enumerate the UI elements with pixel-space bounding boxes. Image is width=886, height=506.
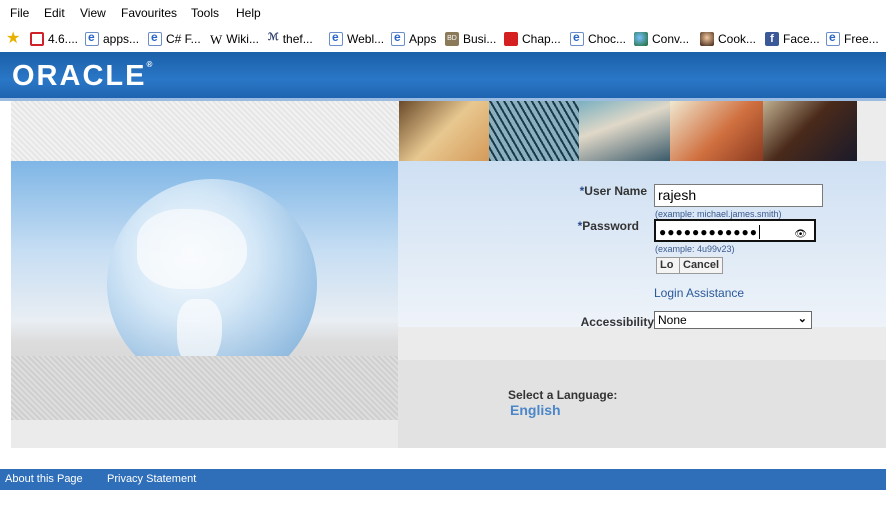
username-field[interactable]: rajesh [654, 184, 823, 207]
password-hint: (example: 4u99v23) [655, 244, 735, 254]
fav-item[interactable]: W Wiki... [210, 30, 259, 48]
oracle-icon [30, 32, 44, 46]
language-english-link[interactable]: English [510, 402, 561, 418]
ie-page-icon [570, 30, 584, 46]
banner-end [857, 101, 886, 161]
photo-tower [489, 101, 579, 161]
fav-item[interactable]: 4.6.... [30, 30, 78, 48]
photo-call-center [579, 101, 670, 161]
footer-bar: About this Page Privacy Statement [0, 469, 886, 490]
accessibility-select[interactable]: None ⌄ [654, 311, 812, 329]
accessibility-label: Accessibility [580, 315, 654, 329]
fav-item[interactable]: BD Busi... [445, 30, 496, 48]
favourites-bar: ★ 4.6.... apps... C# F... WWiki... ℳthef… [0, 26, 886, 52]
reveal-password-icon[interactable]: 👁 [794, 226, 808, 244]
globe-icon [634, 32, 648, 46]
ie-page-icon [826, 30, 840, 46]
photo-headset [670, 101, 763, 161]
fav-item[interactable]: Chap... [504, 30, 561, 48]
login-button[interactable]: Lo [656, 257, 680, 274]
fav-item[interactable]: Conv... [634, 30, 689, 48]
banner-photos [399, 101, 857, 161]
chevron-down-icon: ⌄ [797, 313, 807, 325]
thefreedictionary-icon: ℳ [268, 32, 279, 43]
username-hint: (example: michael.james.smith) [655, 209, 782, 219]
language-panel [398, 360, 886, 448]
login-assistance-link[interactable]: Login Assistance [654, 286, 744, 300]
ie-page-icon [329, 30, 343, 46]
oracle-header: ORACLE® [0, 52, 886, 98]
ie-page-icon [85, 30, 99, 46]
photo-businessman [763, 101, 857, 161]
menu-bar: File Edit View Favourites Tools Help [0, 0, 886, 26]
password-field[interactable]: ●●●●●●●●●●●● 👁 [654, 219, 816, 242]
fav-item[interactable]: f Face... [765, 30, 820, 48]
about-page-link[interactable]: About this Page [5, 473, 83, 485]
privacy-statement-link[interactable]: Privacy Statement [107, 473, 196, 485]
avatar-icon [700, 32, 714, 46]
menu-file[interactable]: File [10, 6, 29, 20]
photo-people-meeting [399, 101, 489, 161]
username-label: *User Name [579, 184, 647, 198]
menu-edit[interactable]: Edit [44, 6, 65, 20]
fav-item[interactable]: Apps [391, 30, 436, 48]
chap-icon [504, 32, 518, 46]
wikipedia-icon: W [210, 32, 223, 47]
fav-item[interactable]: Cook... [700, 30, 756, 48]
ie-page-icon [391, 30, 405, 46]
bd-icon: BD [445, 32, 459, 46]
menu-tools[interactable]: Tools [191, 6, 219, 20]
select-language-label: Select a Language: [508, 388, 618, 402]
password-label: *Password [577, 219, 639, 233]
favourites-star-icon[interactable]: ★ [6, 30, 24, 48]
ie-page-icon [148, 30, 162, 46]
fav-item[interactable]: Free... [826, 30, 879, 48]
fav-item[interactable]: ℳthef... [268, 30, 313, 48]
oracle-logo: ORACLE® [12, 60, 155, 92]
menu-view[interactable]: View [80, 6, 106, 20]
menu-help[interactable]: Help [236, 6, 261, 20]
fav-item[interactable]: apps... [85, 30, 139, 48]
facebook-icon: f [765, 32, 779, 46]
fav-item[interactable]: C# F... [148, 30, 201, 48]
menu-favourites[interactable]: Favourites [121, 6, 177, 20]
cancel-button[interactable]: Cancel [679, 257, 724, 274]
fav-item[interactable]: Choc... [570, 30, 626, 48]
fav-item[interactable]: Webl... [329, 30, 384, 48]
globe-panel [11, 161, 398, 420]
banner-pattern [11, 101, 399, 161]
